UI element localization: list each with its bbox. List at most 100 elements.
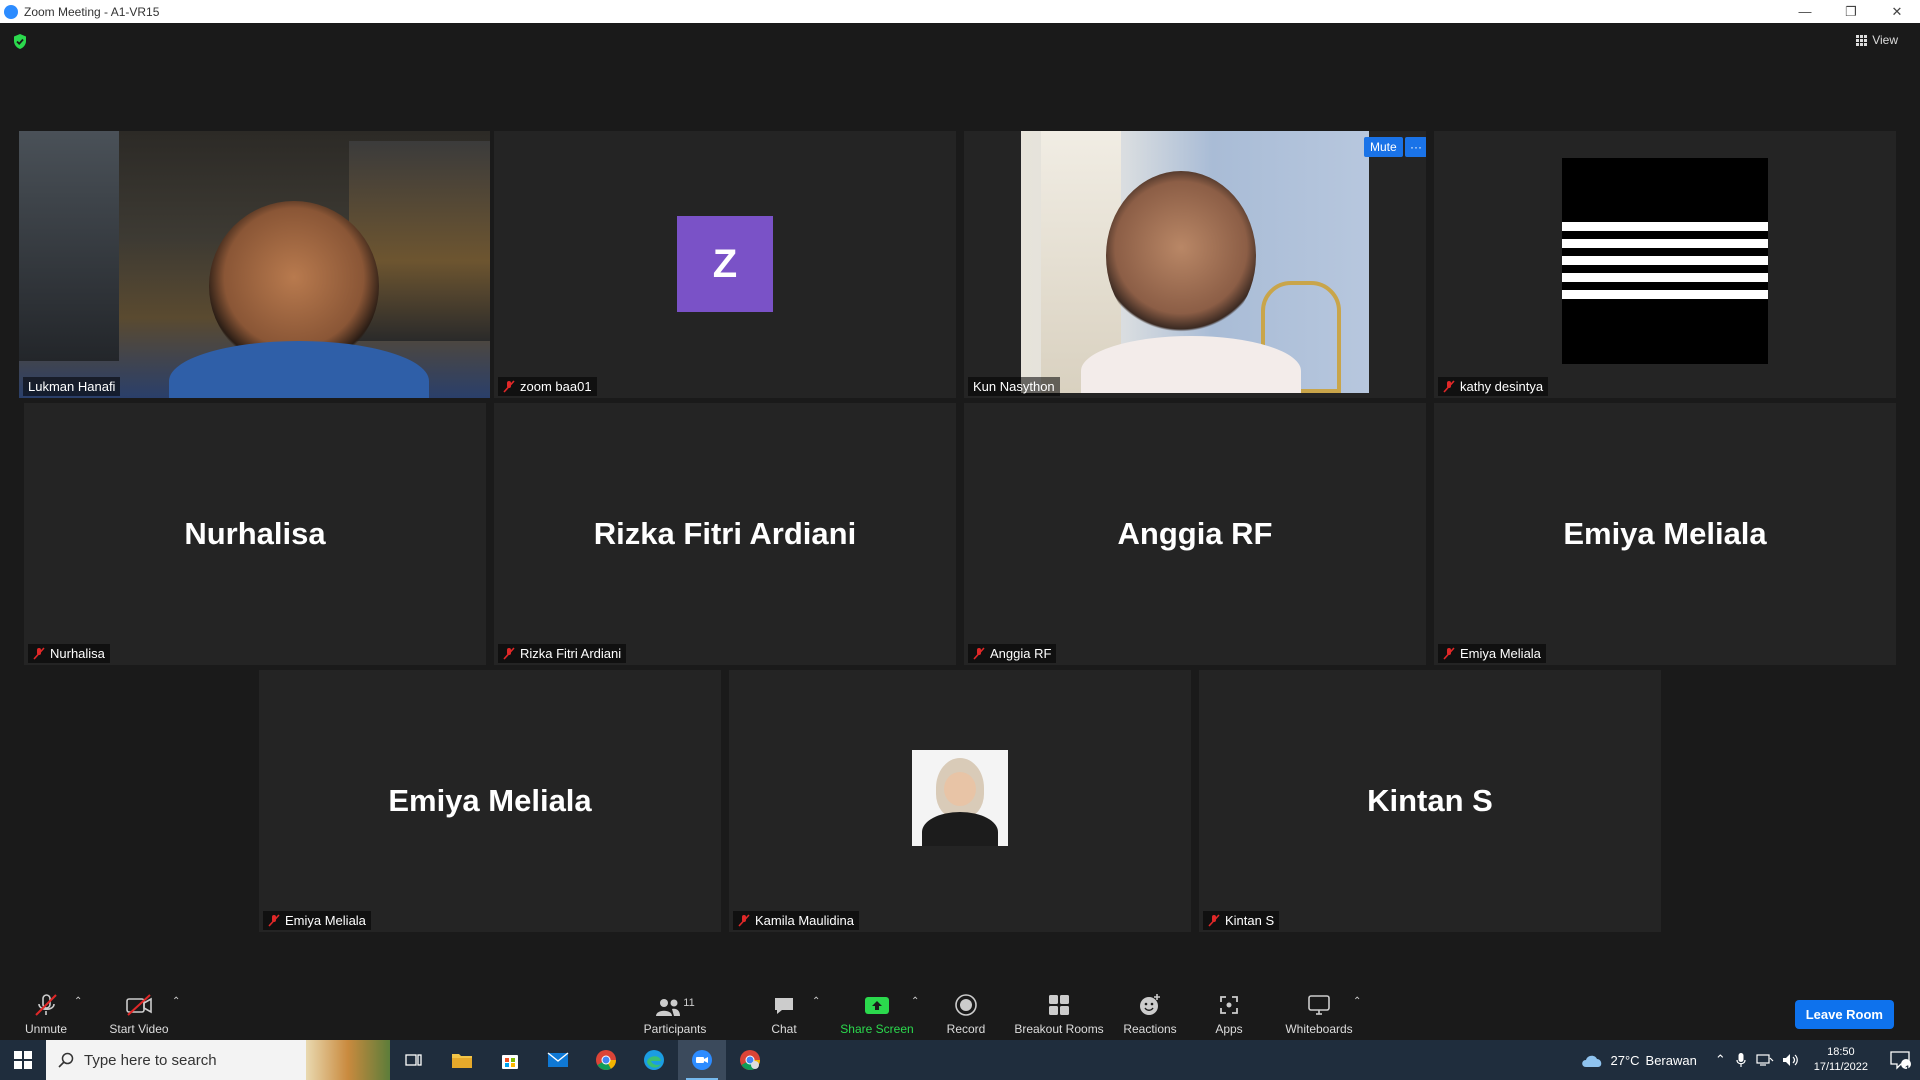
chat-button[interactable]: Chat bbox=[760, 980, 808, 1040]
breakout-rooms-label: Breakout Rooms bbox=[1014, 1022, 1104, 1036]
mic-muted-icon bbox=[1443, 380, 1455, 393]
edge-icon[interactable] bbox=[630, 1040, 678, 1080]
whiteboard-options-caret-icon[interactable]: ⌃ bbox=[1353, 996, 1361, 1007]
participant-display-name: Rizka Fitri Ardiani bbox=[593, 516, 857, 551]
view-button[interactable]: View bbox=[1856, 33, 1898, 47]
taskbar-search-box[interactable]: Type here to search bbox=[46, 1040, 390, 1080]
zoom-logo-icon bbox=[4, 4, 18, 19]
restore-icon[interactable]: ❐ bbox=[1828, 0, 1874, 23]
participant-name-tag: kathy desintya bbox=[1438, 377, 1549, 396]
mic-muted-icon bbox=[1443, 647, 1455, 660]
participant-name-tag: Lukman Hanafi bbox=[23, 377, 121, 396]
video-tile-zoom-baa01[interactable]: Z zoom baa01 bbox=[494, 131, 956, 398]
search-highlight-image bbox=[306, 1040, 390, 1080]
record-button[interactable]: Record bbox=[940, 980, 992, 1040]
participant-display-name: Emiya Meliala bbox=[1563, 516, 1767, 551]
video-options-caret-icon[interactable]: ⌃ bbox=[172, 996, 180, 1007]
video-tile-emiya-1[interactable]: Emiya Meliala Emiya Meliala bbox=[1434, 403, 1896, 665]
notifications-button[interactable]: 1 bbox=[1880, 1040, 1920, 1080]
close-icon[interactable]: ✕ bbox=[1874, 0, 1920, 23]
speaker-icon[interactable] bbox=[1782, 1053, 1800, 1067]
microsoft-store-icon[interactable] bbox=[486, 1040, 534, 1080]
participant-name-tag: Anggia RF bbox=[968, 644, 1057, 663]
task-view-icon[interactable] bbox=[390, 1040, 438, 1080]
video-tile-kintan[interactable]: Kintan S Kintan S bbox=[1199, 670, 1661, 932]
share-screen-button[interactable]: Share Screen bbox=[838, 980, 916, 1040]
chat-options-caret-icon[interactable]: ⌃ bbox=[812, 996, 820, 1007]
share-options-caret-icon[interactable]: ⌃ bbox=[911, 996, 919, 1007]
zoom-taskbar-icon[interactable] bbox=[678, 1040, 726, 1080]
participant-name-tag: zoom baa01 bbox=[498, 377, 597, 396]
participant-name: zoom baa01 bbox=[520, 379, 592, 394]
video-tile-lukman[interactable]: Lukman Hanafi bbox=[19, 131, 490, 398]
video-tile-kamila[interactable]: Kamila Maulidina bbox=[729, 670, 1191, 932]
notification-count: 1 bbox=[1904, 1064, 1910, 1074]
mic-muted-icon bbox=[1208, 914, 1220, 927]
apps-icon bbox=[1220, 996, 1238, 1014]
weather-widget[interactable]: 27°C Berawan bbox=[1580, 1052, 1697, 1068]
video-tile-emiya-2[interactable]: Emiya Meliala Emiya Meliala bbox=[259, 670, 721, 932]
participant-name-tag: Kun Nasython bbox=[968, 377, 1060, 396]
participant-name: Rizka Fitri Ardiani bbox=[520, 646, 622, 661]
participant-video bbox=[19, 131, 490, 398]
participant-name: Nurhalisa bbox=[50, 646, 105, 661]
video-tile-anggia[interactable]: Anggia RF Anggia RF bbox=[964, 403, 1426, 665]
participant-name: Kun Nasython bbox=[973, 379, 1055, 394]
start-video-button[interactable]: Start Video bbox=[106, 980, 172, 1040]
participant-name: Anggia RF bbox=[990, 646, 1052, 661]
microphone-icon[interactable] bbox=[1736, 1052, 1746, 1068]
microphone-muted-icon bbox=[35, 994, 57, 1016]
reactions-icon bbox=[1140, 994, 1160, 1015]
chrome-profile-icon[interactable] bbox=[726, 1040, 774, 1080]
window-titlebar: Zoom Meeting - A1-VR15 — ❐ ✕ bbox=[0, 0, 1920, 23]
share-screen-label: Share Screen bbox=[840, 1022, 914, 1036]
mic-muted-icon bbox=[973, 647, 985, 660]
weather-description: Berawan bbox=[1645, 1052, 1697, 1068]
window-title: Zoom Meeting - A1-VR15 bbox=[24, 4, 160, 19]
file-explorer-icon[interactable] bbox=[438, 1040, 486, 1080]
mute-participant-button[interactable]: Mute bbox=[1364, 137, 1403, 157]
mic-muted-icon bbox=[503, 380, 515, 393]
grid-view-icon bbox=[1856, 34, 1868, 46]
video-tile-nurhalisa[interactable]: Nurhalisa Nurhalisa bbox=[24, 403, 486, 665]
windows-taskbar: Type here to search 27°C Berawan ⌃ 18:50 bbox=[0, 1040, 1920, 1080]
minimize-icon[interactable]: — bbox=[1782, 0, 1828, 23]
audio-options-caret-icon[interactable]: ⌃ bbox=[74, 996, 82, 1007]
chrome-icon[interactable] bbox=[582, 1040, 630, 1080]
whiteboards-label: Whiteboards bbox=[1285, 1022, 1353, 1036]
participant-name: Emiya Meliala bbox=[285, 913, 366, 928]
more-options-button[interactable]: ··· bbox=[1405, 137, 1426, 157]
breakout-rooms-button[interactable]: Breakout Rooms bbox=[1012, 980, 1106, 1040]
video-tile-kathy[interactable]: kathy desintya bbox=[1434, 131, 1896, 398]
system-tray: 27°C Berawan ⌃ 18:50 17/11/2022 1 bbox=[1580, 1040, 1920, 1080]
participant-video bbox=[1021, 131, 1369, 393]
participant-name: Kamila Maulidina bbox=[755, 913, 854, 928]
participants-icon bbox=[656, 999, 681, 1016]
leave-room-button[interactable]: Leave Room bbox=[1794, 1000, 1894, 1029]
record-icon bbox=[955, 994, 977, 1016]
taskbar-clock[interactable]: 18:50 17/11/2022 bbox=[1814, 1045, 1868, 1075]
meeting-area: View Lukman Hanafi Z zoom baa01 Mute ··· bbox=[0, 23, 1920, 1039]
encryption-shield-icon[interactable] bbox=[12, 33, 28, 50]
share-screen-icon bbox=[865, 997, 889, 1014]
search-icon bbox=[58, 1052, 74, 1068]
participants-button[interactable]: 11 Participants bbox=[640, 980, 710, 1040]
chat-label: Chat bbox=[771, 1022, 797, 1036]
participant-name: Kintan S bbox=[1225, 913, 1275, 928]
network-icon[interactable] bbox=[1756, 1053, 1774, 1067]
view-label: View bbox=[1872, 33, 1898, 47]
whiteboards-button[interactable]: Whiteboards bbox=[1280, 980, 1358, 1040]
mic-muted-icon bbox=[503, 647, 515, 660]
participant-name: Emiya Meliala bbox=[1460, 646, 1541, 661]
video-tile-kun[interactable]: Mute ··· Kun Nasython bbox=[964, 131, 1426, 398]
avatar bbox=[1562, 158, 1768, 364]
start-button[interactable] bbox=[0, 1040, 46, 1080]
apps-button[interactable]: Apps bbox=[1206, 980, 1252, 1040]
clock-time: 18:50 bbox=[1827, 1046, 1855, 1058]
show-hidden-icons-icon[interactable]: ⌃ bbox=[1715, 1052, 1726, 1068]
unmute-button[interactable]: Unmute bbox=[20, 980, 72, 1040]
avatar bbox=[912, 750, 1008, 846]
reactions-button[interactable]: Reactions bbox=[1120, 980, 1180, 1040]
mail-icon[interactable] bbox=[534, 1040, 582, 1080]
video-tile-rizka[interactable]: Rizka Fitri Ardiani Rizka Fitri Ardiani bbox=[494, 403, 956, 665]
